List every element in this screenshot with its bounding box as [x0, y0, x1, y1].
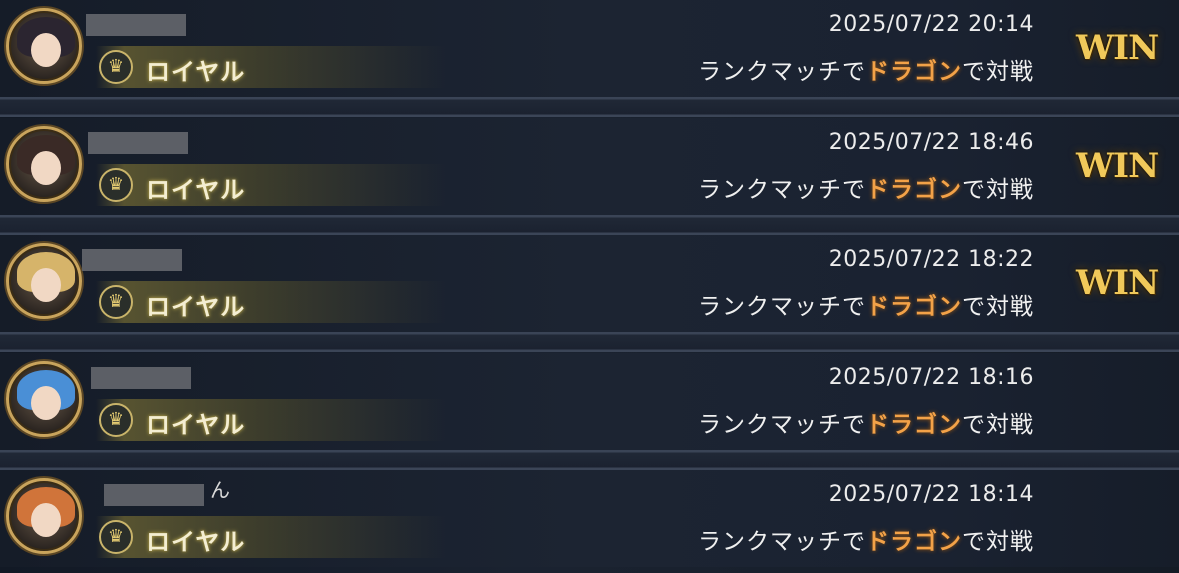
class-label: ロイヤル	[146, 528, 246, 556]
match-mode: ランクマッチで	[698, 529, 866, 555]
match-datetime: 2025/07/22 20:14	[828, 12, 1034, 37]
crown-icon: ♛	[99, 285, 133, 319]
match-row[interactable]: ♛ ロイヤル 2025/07/22 18:16 ランクマッチでドラゴンで対戦	[0, 353, 1179, 450]
redacted-player-name	[88, 132, 188, 154]
match-mode-suffix: で対戦	[962, 529, 1034, 555]
crown-icon: ♛	[99, 520, 133, 554]
win-badge: WIN	[1076, 28, 1159, 68]
match-datetime: 2025/07/22 18:46	[828, 130, 1034, 155]
redacted-player-name	[104, 484, 204, 506]
match-datetime: 2025/07/22 18:16	[828, 365, 1034, 390]
match-datetime: 2025/07/22 18:22	[828, 247, 1034, 272]
match-mode-suffix: で対戦	[962, 294, 1034, 320]
class-label: ロイヤル	[146, 176, 246, 204]
win-badge: WIN	[1076, 263, 1159, 303]
row-separator	[0, 215, 1179, 235]
match-history-list: ♛ ロイヤル 2025/07/22 20:14 ランクマッチでドラゴンで対戦 W…	[0, 0, 1179, 573]
row-separator	[0, 97, 1179, 117]
match-mode-suffix: で対戦	[962, 177, 1034, 203]
opponent-class: ドラゴン	[866, 294, 962, 320]
opponent-class: ドラゴン	[866, 177, 962, 203]
redacted-player-name	[91, 367, 191, 389]
match-mode: ランクマッチで	[698, 59, 866, 85]
opponent-avatar[interactable]	[6, 126, 82, 202]
row-separator	[0, 450, 1179, 470]
opponent-class: ドラゴン	[866, 412, 962, 438]
crown-icon: ♛	[99, 403, 133, 437]
class-label: ロイヤル	[146, 293, 246, 321]
row-separator	[0, 332, 1179, 352]
match-description: ランクマッチでドラゴンで対戦	[698, 287, 1034, 321]
class-label: ロイヤル	[146, 58, 246, 86]
match-row[interactable]: ♛ ロイヤル 2025/07/22 20:14 ランクマッチでドラゴンで対戦 W…	[0, 0, 1179, 97]
redacted-player-name	[86, 14, 186, 36]
match-mode-suffix: で対戦	[962, 59, 1034, 85]
match-mode: ランクマッチで	[698, 412, 866, 438]
match-description: ランクマッチでドラゴンで対戦	[698, 522, 1034, 556]
opponent-avatar[interactable]	[6, 478, 82, 554]
avatar-face	[31, 268, 61, 302]
match-row[interactable]: ♛ ロイヤル 2025/07/22 18:22 ランクマッチでドラゴンで対戦 W…	[0, 235, 1179, 332]
opponent-avatar[interactable]	[6, 361, 82, 437]
crown-icon: ♛	[99, 168, 133, 202]
opponent-class: ドラゴン	[866, 59, 962, 85]
match-row[interactable]: ん ♛ ロイヤル 2025/07/22 18:14 ランクマッチでドラゴンで対戦	[0, 470, 1179, 567]
match-mode: ランクマッチで	[698, 294, 866, 320]
match-mode-suffix: で対戦	[962, 412, 1034, 438]
avatar-face	[31, 33, 61, 67]
match-description: ランクマッチでドラゴンで対戦	[698, 170, 1034, 204]
avatar-face	[31, 386, 61, 420]
redacted-player-name	[82, 249, 182, 271]
match-datetime: 2025/07/22 18:14	[828, 482, 1034, 507]
match-row[interactable]: ♛ ロイヤル 2025/07/22 18:46 ランクマッチでドラゴンで対戦 W…	[0, 118, 1179, 215]
win-badge: WIN	[1076, 146, 1159, 186]
opponent-avatar[interactable]	[6, 8, 82, 84]
match-description: ランクマッチでドラゴンで対戦	[698, 405, 1034, 439]
opponent-avatar[interactable]	[6, 243, 82, 319]
crown-icon: ♛	[99, 50, 133, 84]
avatar-face	[31, 151, 61, 185]
match-mode: ランクマッチで	[698, 177, 866, 203]
player-name-suffix: ん	[210, 478, 230, 502]
match-description: ランクマッチでドラゴンで対戦	[698, 52, 1034, 86]
opponent-class: ドラゴン	[866, 529, 962, 555]
class-label: ロイヤル	[146, 411, 246, 439]
avatar-face	[31, 503, 61, 537]
